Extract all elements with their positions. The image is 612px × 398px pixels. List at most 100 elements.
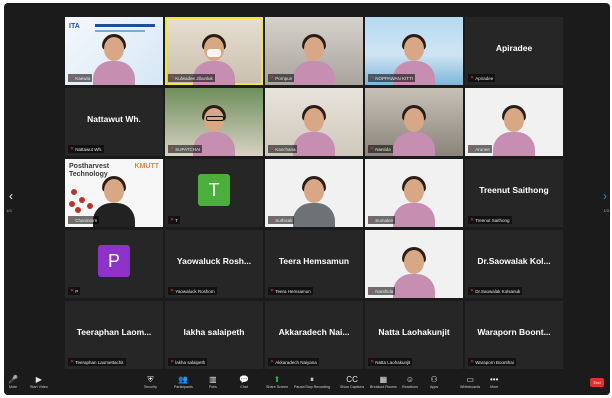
participant-label-text: Kanchana bbox=[275, 146, 296, 152]
participant-video-person bbox=[493, 102, 535, 156]
participant-display-name: Apiradee bbox=[495, 43, 533, 53]
participant-tile[interactable]: ✕ Kulwadee Jibunluk bbox=[165, 17, 263, 85]
toolbar-icon: ⬆ bbox=[273, 375, 281, 384]
mic-muted-icon: ✕ bbox=[70, 146, 75, 152]
toolbar-label: Participants bbox=[174, 385, 193, 389]
participant-name-label: ✕ lakha salaipeth bbox=[168, 358, 208, 366]
participant-tile[interactable]: Teeraphan Laom... ✕ Teeraphan Laomettachit bbox=[65, 301, 163, 369]
toolbar-button[interactable]: 👥 Participants bbox=[174, 375, 193, 389]
mic-muted-icon: ✕ bbox=[170, 75, 175, 81]
mic-muted-icon: ✕ bbox=[270, 217, 275, 223]
participant-tile[interactable]: ✕ SUPATCHAI bbox=[165, 88, 263, 156]
participant-label-text: NOPPAWAN KITTI bbox=[375, 75, 414, 81]
participant-tile[interactable]: ✕ Suthisak bbox=[265, 159, 363, 227]
toolbar-button[interactable]: ▭ Whiteboards bbox=[460, 375, 480, 389]
molecule-dot bbox=[69, 201, 75, 207]
mic-muted-icon: ✕ bbox=[70, 288, 75, 294]
end-meeting-button[interactable]: End bbox=[590, 378, 604, 387]
organization-logo: ITA bbox=[69, 23, 80, 30]
toolbar-button[interactable]: CC Show Captions bbox=[340, 375, 364, 389]
participant-name-label: ✕ Pornpun bbox=[268, 74, 295, 82]
previous-page-arrow-icon[interactable]: ‹ bbox=[6, 189, 16, 209]
participant-label-text: Sumalee bbox=[375, 217, 393, 223]
participant-label-text: Nattawut Wh. bbox=[75, 146, 103, 152]
toolbar-button[interactable]: ☺ Reactions bbox=[402, 375, 418, 389]
participant-tile[interactable]: ✕ Sumalee bbox=[365, 159, 463, 227]
participant-display-name: Treenut Saithong bbox=[479, 185, 549, 195]
toolbar-button[interactable]: ⚇ Apps bbox=[430, 375, 438, 389]
participant-tile[interactable]: Teera Hemsamun ✕ Teera Hemsamun bbox=[265, 230, 363, 298]
participant-tile[interactable]: Postharvest Technology KMUTT ✕ Chanintorn bbox=[65, 159, 163, 227]
mic-muted-icon: ✕ bbox=[470, 288, 475, 294]
toolbar-label: Start Video bbox=[30, 385, 48, 389]
participant-video-person bbox=[393, 102, 435, 156]
participant-label-text: SUPATCHAI bbox=[175, 146, 201, 152]
participant-name-label: ✕ Yaowaluck Roshom bbox=[168, 287, 217, 295]
mic-muted-icon: ✕ bbox=[70, 75, 75, 81]
participant-tile[interactable]: Nattawut Wh. ✕ Nattawut Wh. bbox=[65, 88, 163, 156]
mic-muted-icon: ✕ bbox=[270, 359, 275, 365]
participant-name-label: ✕ Dr.Saowalak Kolsanuk bbox=[468, 287, 523, 295]
participant-tile[interactable]: Waraporn Boont... ✕ Waraporn Boonthai bbox=[465, 301, 563, 369]
participant-name-label: ✕ P bbox=[68, 287, 81, 295]
next-page-arrow-icon[interactable]: › bbox=[600, 189, 610, 209]
toolbar-button[interactable]: 💬 Chat bbox=[239, 375, 249, 389]
participant-display-name: Teera Hemsamun bbox=[278, 256, 350, 266]
toolbar-button[interactable]: ⬆ Share Screen bbox=[266, 375, 288, 389]
toolbar-button[interactable]: 🎤 Mute bbox=[8, 375, 18, 389]
participant-tile[interactable]: Yaowaluck Rosh... ✕ Yaowaluck Roshom bbox=[165, 230, 263, 298]
participant-tile[interactable]: ✕ Arunee bbox=[465, 88, 563, 156]
participant-tile[interactable]: ✕ NOPPAWAN KITTI bbox=[365, 17, 463, 85]
toolbar-label: More bbox=[490, 385, 499, 389]
toolbar-icon: ▶ bbox=[35, 375, 42, 384]
participant-avatar: T bbox=[198, 174, 230, 206]
toolbar-button[interactable]: ▶ Start Video bbox=[30, 375, 48, 389]
toolbar-icon: ⏸ bbox=[309, 375, 314, 384]
person-body bbox=[93, 61, 135, 85]
participant-label-text: Kaewta bbox=[75, 75, 91, 81]
participant-tile[interactable]: Dr.Saowalak Kol... ✕ Dr.Saowalak Kolsanuk bbox=[465, 230, 563, 298]
participant-label-text: Teeraphan Laomettachit bbox=[75, 359, 124, 365]
participant-tile[interactable]: ✕ Pornpun bbox=[265, 17, 363, 85]
toolbar-button[interactable]: ⏸ Pause/Stop Recording bbox=[294, 375, 330, 389]
toolbar-button[interactable]: ▥ Polls bbox=[209, 375, 217, 389]
participant-tile[interactable]: P ✕ P bbox=[65, 230, 163, 298]
participant-name-label: ✕ Teera Hemsamun bbox=[268, 287, 313, 295]
participant-tile[interactable]: ✕ Nanthida bbox=[365, 230, 463, 298]
meeting-toolbar: End 🎤 Mute ▶ Start Video ⛨ Security 👥 Participa… bbox=[4, 373, 610, 395]
participant-tile[interactable]: ✕ Kanchana bbox=[265, 88, 363, 156]
toolbar-label: Whiteboards bbox=[460, 385, 481, 389]
participant-label-text: Chanintorn bbox=[75, 217, 98, 223]
toolbar-button[interactable]: ⛨ Security bbox=[144, 375, 157, 389]
person-body bbox=[293, 203, 335, 227]
participant-label-text: P bbox=[75, 288, 79, 294]
poster-title-line: Postharvest bbox=[69, 163, 110, 170]
mic-muted-icon: ✕ bbox=[470, 75, 475, 81]
participant-tile[interactable]: ITA ✕ Kaewta bbox=[65, 17, 163, 85]
participant-tile[interactable]: Treenut Saithong ✕ Treenut Saithong bbox=[465, 159, 563, 227]
toolbar-icon: ⚇ bbox=[430, 375, 438, 384]
participant-label-text: Treenut Saithong bbox=[475, 217, 510, 223]
mic-muted-icon: ✕ bbox=[470, 217, 475, 223]
molecule-dot bbox=[79, 197, 85, 203]
toolbar-button[interactable]: ▦ Breakout Rooms bbox=[370, 375, 397, 389]
person-head bbox=[104, 37, 124, 61]
person-head bbox=[304, 108, 324, 132]
mic-muted-icon: ✕ bbox=[370, 146, 375, 152]
toolbar-icon: ▭ bbox=[466, 375, 474, 384]
participant-tile[interactable]: T ✕ T bbox=[165, 159, 263, 227]
toolbar-button[interactable]: ••• More bbox=[490, 375, 498, 389]
person-head bbox=[304, 179, 324, 203]
participant-tile[interactable]: Akkaradech Nai... ✕ Akkaradech Naiyana bbox=[265, 301, 363, 369]
participant-display-name: Dr.Saowalak Kol... bbox=[477, 256, 551, 266]
toolbar-icon: 💬 bbox=[239, 375, 249, 384]
molecule-dot bbox=[71, 189, 77, 195]
participant-tile[interactable]: lakha salaipeth ✕ lakha salaipeth bbox=[165, 301, 263, 369]
participant-tile[interactable]: Natta Laohakunjit ✕ Natta Laohakunjit bbox=[365, 301, 463, 369]
mic-muted-icon: ✕ bbox=[370, 359, 375, 365]
right-page-indicator: 1/3 bbox=[603, 208, 609, 213]
participant-tile[interactable]: Apiradee ✕ Apiradee bbox=[465, 17, 563, 85]
participant-tile[interactable]: ✕ Nantida bbox=[365, 88, 463, 156]
participant-name-label: ✕ Nantida bbox=[368, 145, 393, 153]
toolbar-icon: ▥ bbox=[209, 375, 217, 384]
